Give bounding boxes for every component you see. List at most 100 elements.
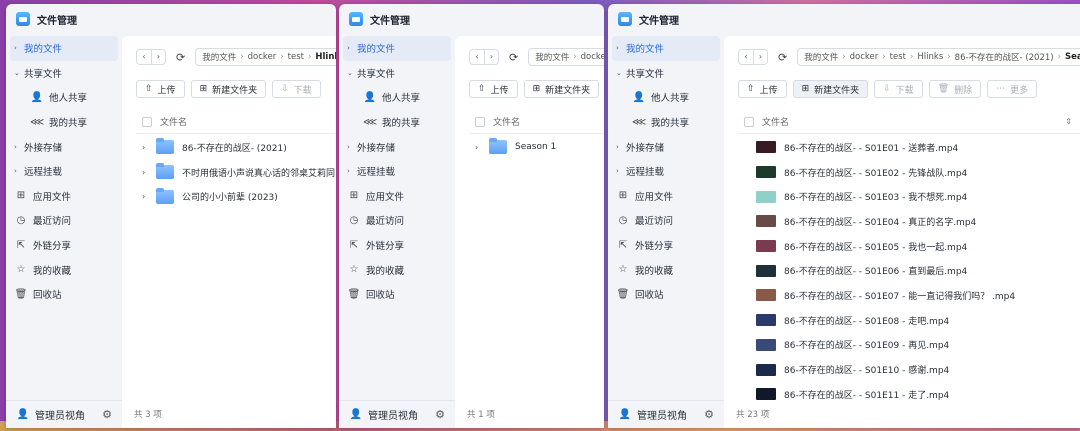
column-name-header[interactable]: 文件名: [160, 115, 187, 128]
chevron-right-icon[interactable]: ›: [14, 143, 24, 151]
forward-button[interactable]: ›: [151, 50, 165, 64]
chevron-down-icon[interactable]: ⌄: [616, 69, 626, 77]
chevron-right-icon[interactable]: ›: [347, 44, 357, 52]
column-name-header[interactable]: 文件名: [493, 115, 520, 128]
sidebar-item[interactable]: ⌄ 共享文件: [339, 61, 455, 86]
sidebar-item[interactable]: ⋘ 我的共享: [608, 110, 724, 135]
chevron-right-icon[interactable]: ›: [616, 167, 626, 175]
more-button[interactable]: ⋯ 更多: [987, 80, 1038, 98]
breadcrumb-segment[interactable]: Season 1: [1065, 52, 1080, 62]
file-row[interactable]: 86-不存在的战区- - S01E08 - 走吧.mp4: [738, 308, 1080, 333]
delete-button[interactable]: 🗑 删除: [928, 80, 982, 98]
folder-row[interactable]: › Season 1: [469, 135, 604, 160]
back-button[interactable]: ‹: [470, 50, 484, 64]
sidebar-item[interactable]: 👤 他人共享: [339, 85, 455, 110]
back-button[interactable]: ‹: [137, 50, 151, 64]
sidebar-item[interactable]: ◷ 最近访问: [339, 208, 455, 233]
sidebar-item[interactable]: ⋘ 我的共享: [6, 110, 122, 135]
file-row[interactable]: 86-不存在的战区- - S01E10 - 感谢.mp4: [738, 357, 1080, 382]
breadcrumb-segment[interactable]: docker: [850, 52, 879, 62]
chevron-right-icon[interactable]: ›: [347, 143, 357, 151]
sidebar-item[interactable]: ⌄ 共享文件: [6, 61, 122, 86]
chevron-right-icon[interactable]: ›: [616, 143, 626, 151]
sidebar-item[interactable]: 👤 他人共享: [6, 85, 122, 110]
sort-icon[interactable]: ⇕: [1065, 117, 1072, 126]
sidebar-item[interactable]: › 远程挂载: [608, 159, 724, 184]
file-row[interactable]: 86-不存在的战区- - S01E04 - 真正的名字.mp4: [738, 209, 1080, 234]
chevron-right-icon[interactable]: ›: [347, 167, 357, 175]
folder-row[interactable]: › 不时用俄语小声说真心话的邻桌艾莉同: [136, 160, 336, 185]
sidebar-item[interactable]: ⇱ 外链分享: [608, 233, 724, 258]
sidebar-item[interactable]: ⊞ 应用文件: [6, 184, 122, 209]
sidebar-item[interactable]: › 我的文件: [10, 36, 118, 61]
breadcrumb-segment[interactable]: 我的文件: [535, 51, 569, 63]
sidebar-item[interactable]: ◷ 最近访问: [6, 208, 122, 233]
sidebar-item[interactable]: ⇱ 外链分享: [339, 233, 455, 258]
sidebar-item[interactable]: › 我的文件: [612, 36, 720, 61]
sidebar-item[interactable]: › 外接存储: [6, 134, 122, 159]
forward-button[interactable]: ›: [753, 50, 767, 64]
new-folder-button[interactable]: ⊞ 新建文件夹: [190, 80, 267, 98]
chevron-right-icon[interactable]: ›: [469, 143, 483, 152]
sidebar-item[interactable]: › 我的文件: [343, 36, 451, 61]
column-name-header[interactable]: 文件名: [762, 115, 789, 128]
file-row[interactable]: 86-不存在的战区- - S01E11 - 走了.mp4: [738, 382, 1080, 407]
sidebar-item[interactable]: 🗑 回收站: [608, 282, 724, 307]
sidebar-item[interactable]: ◷ 最近访问: [608, 208, 724, 233]
breadcrumb-segment[interactable]: Hlinks: [917, 52, 943, 62]
file-row[interactable]: 86-不存在的战区- - S01E09 - 再见.mp4: [738, 333, 1080, 358]
select-all-checkbox[interactable]: [744, 116, 754, 127]
gear-icon[interactable]: ⚙: [435, 408, 445, 421]
sidebar-item[interactable]: 🗑 回收站: [339, 282, 455, 307]
sidebar-footer[interactable]: 👤 管理员视角 ⚙: [339, 400, 455, 428]
file-row[interactable]: 86-不存在的战区- - S01E02 - 先锋战队.mp4: [738, 160, 1080, 185]
file-row[interactable]: 86-不存在的战区- - S01E07 - 能一直记得我们吗？ .mp4: [738, 283, 1080, 308]
sidebar-item[interactable]: ⌄ 共享文件: [608, 61, 724, 86]
sidebar-item[interactable]: ☆ 我的收藏: [608, 257, 724, 282]
chevron-right-icon[interactable]: ›: [136, 143, 150, 152]
upload-button[interactable]: ⇧ 上传: [738, 80, 787, 98]
breadcrumb-segment[interactable]: docker: [581, 52, 604, 62]
breadcrumb-segment[interactable]: test: [890, 52, 906, 62]
sidebar-item[interactable]: › 外接存储: [608, 134, 724, 159]
sidebar-item[interactable]: › 远程挂载: [339, 159, 455, 184]
chevron-right-icon[interactable]: ›: [136, 168, 150, 177]
sidebar-item[interactable]: ⋘ 我的共享: [339, 110, 455, 135]
refresh-icon[interactable]: ⟳: [778, 51, 787, 64]
sidebar-item[interactable]: ⊞ 应用文件: [608, 184, 724, 209]
new-folder-button[interactable]: ⊞ 新建文件夹: [523, 80, 600, 98]
sidebar-item[interactable]: ☆ 我的收藏: [6, 257, 122, 282]
breadcrumb-segment[interactable]: test: [288, 52, 304, 62]
new-folder-button[interactable]: ⊞ 新建文件夹: [792, 80, 869, 98]
chevron-right-icon[interactable]: ›: [136, 192, 150, 201]
download-button[interactable]: ⇩ 下载: [272, 80, 321, 98]
chevron-down-icon[interactable]: ⌄: [347, 69, 357, 77]
folder-row[interactable]: › 公司的小小前辈 (2023): [136, 184, 336, 209]
breadcrumb-segment[interactable]: 我的文件: [804, 51, 838, 63]
folder-row[interactable]: › 86-不存在的战区- (2021): [136, 135, 336, 160]
file-row[interactable]: 86-不存在的战区- - S01E03 - 我不想死.mp4: [738, 184, 1080, 209]
download-button[interactable]: ⇩ 下载: [874, 80, 923, 98]
gear-icon[interactable]: ⚙: [102, 408, 112, 421]
file-row[interactable]: 86-不存在的战区- - S01E05 - 我也一起.mp4: [738, 234, 1080, 259]
sidebar-item[interactable]: ⊞ 应用文件: [339, 184, 455, 209]
chevron-down-icon[interactable]: ⌄: [14, 69, 24, 77]
sidebar-item[interactable]: › 远程挂载: [6, 159, 122, 184]
select-all-checkbox[interactable]: [142, 116, 152, 127]
breadcrumb-segment[interactable]: 86-不存在的战区- (2021): [955, 51, 1054, 63]
chevron-right-icon[interactable]: ›: [14, 167, 24, 175]
file-row[interactable]: 86-不存在的战区- - S01E01 - 送葬者.mp4: [738, 135, 1080, 160]
sidebar-footer[interactable]: 👤 管理员视角 ⚙: [6, 400, 122, 428]
upload-button[interactable]: ⇧ 上传: [469, 80, 518, 98]
sidebar-item[interactable]: ☆ 我的收藏: [339, 257, 455, 282]
sidebar-item[interactable]: 🗑 回收站: [6, 282, 122, 307]
refresh-icon[interactable]: ⟳: [176, 51, 185, 64]
sidebar-item[interactable]: 👤 他人共享: [608, 85, 724, 110]
breadcrumb-segment[interactable]: Hlinks: [315, 52, 336, 62]
chevron-right-icon[interactable]: ›: [616, 44, 626, 52]
sidebar-item[interactable]: › 外接存储: [339, 134, 455, 159]
refresh-icon[interactable]: ⟳: [509, 51, 518, 64]
sidebar-footer[interactable]: 👤 管理员视角 ⚙: [608, 400, 724, 428]
gear-icon[interactable]: ⚙: [704, 408, 714, 421]
sidebar-item[interactable]: ⇱ 外链分享: [6, 233, 122, 258]
